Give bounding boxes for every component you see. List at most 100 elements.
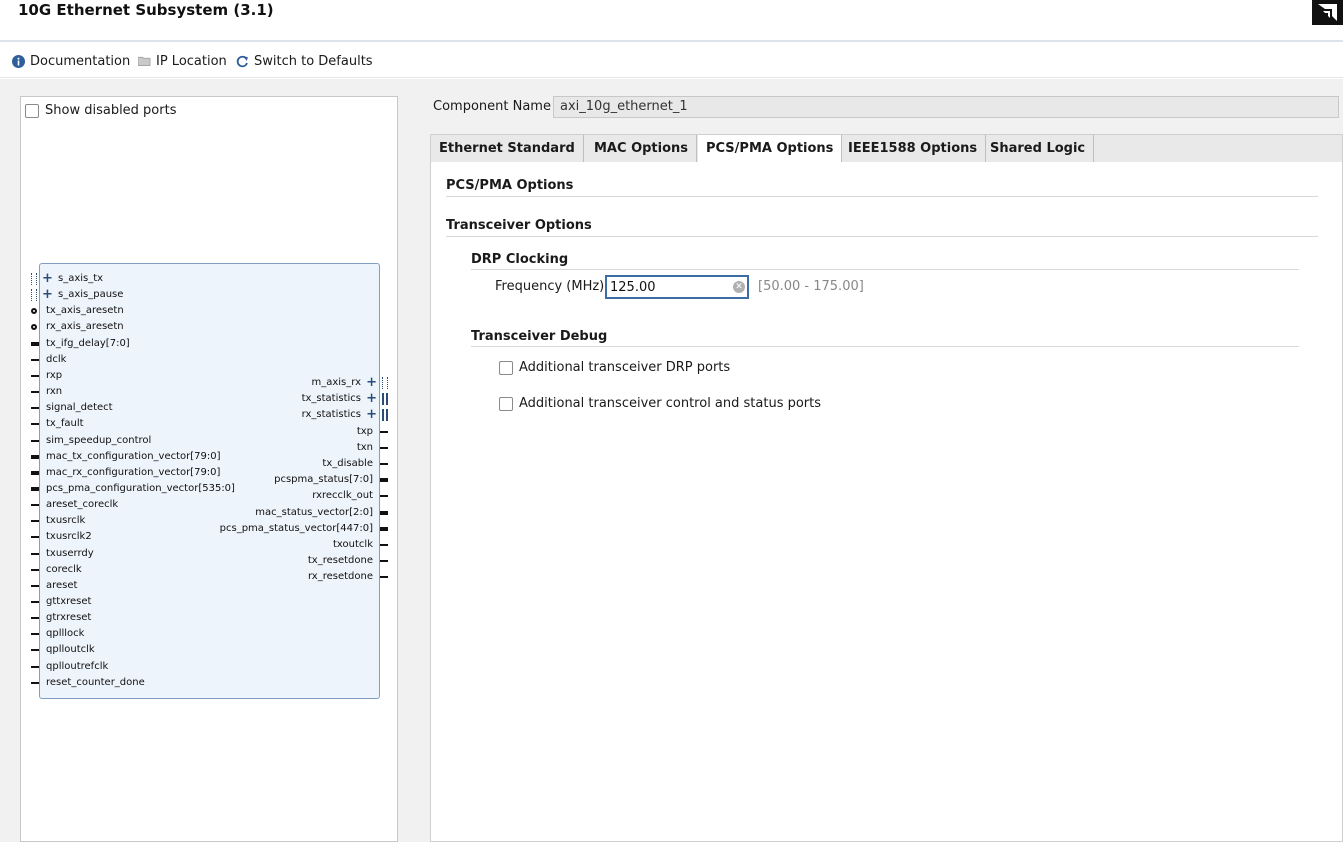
expand-icon[interactable]: + bbox=[366, 408, 377, 421]
pin[interactable] bbox=[31, 536, 39, 539]
checkbox-box[interactable] bbox=[499, 396, 513, 411]
component-name-label: Component Name bbox=[433, 99, 551, 114]
pin[interactable] bbox=[31, 358, 39, 361]
checkbox-box[interactable] bbox=[499, 360, 513, 375]
bus-pin[interactable] bbox=[380, 478, 388, 483]
port-label: coreclk bbox=[46, 563, 82, 575]
ip-symbol-panel: Show disabled ports s_axis_tx + s_axis_pau… bbox=[20, 96, 398, 842]
divider bbox=[446, 236, 1318, 237]
pin[interactable] bbox=[31, 601, 39, 603]
port-label: tx_statistics bbox=[301, 393, 361, 405]
active-low-pin-icon[interactable] bbox=[31, 324, 37, 331]
pin[interactable] bbox=[31, 439, 39, 442]
port-label: txp bbox=[356, 425, 373, 437]
pin[interactable] bbox=[380, 446, 388, 449]
window-title: 10G Ethernet Subsystem (3.1) bbox=[18, 1, 274, 19]
port-label: tx_resetdone bbox=[307, 555, 373, 567]
port-label: pcs_pma_status_vector[447:0] bbox=[219, 522, 373, 534]
active-low-pin-icon[interactable] bbox=[31, 308, 37, 315]
pin[interactable] bbox=[31, 504, 39, 507]
port-label: reset_counter_done bbox=[46, 676, 145, 688]
port-label: gtrxreset bbox=[46, 612, 92, 624]
axi-interface-icon[interactable] bbox=[31, 273, 37, 285]
port-label: txusrclk2 bbox=[46, 531, 92, 543]
switch-to-defaults-button[interactable]: Switch to Defaults bbox=[236, 52, 373, 70]
axi-interface-icon[interactable] bbox=[31, 289, 37, 302]
checkbox-box[interactable] bbox=[25, 103, 39, 118]
show-disabled-ports-label: Show disabled ports bbox=[45, 103, 177, 118]
config-panel: Component Name axi_10g_ethernet_1 Ethern… bbox=[430, 79, 1343, 842]
expand-icon[interactable]: + bbox=[366, 392, 377, 405]
ip-location-label: IP Location bbox=[156, 53, 227, 69]
frequency-label: Frequency (MHz) bbox=[495, 279, 605, 294]
port-label: rx_statistics bbox=[301, 409, 361, 421]
pin[interactable] bbox=[380, 544, 388, 546]
pin[interactable] bbox=[31, 568, 39, 571]
pin[interactable] bbox=[380, 576, 388, 579]
pin[interactable] bbox=[31, 423, 39, 426]
tab-ieee1588-options[interactable]: IEEE1588 Options bbox=[840, 135, 987, 163]
main-area: Show disabled ports s_axis_tx + s_axis_pau… bbox=[0, 79, 1343, 842]
port-label: tx_axis_aresetn bbox=[46, 305, 124, 317]
title-bar: 10G Ethernet Subsystem (3.1) bbox=[0, 0, 1343, 42]
pin[interactable] bbox=[31, 665, 39, 668]
expand-icon[interactable]: + bbox=[366, 376, 377, 389]
component-name-field[interactable]: axi_10g_ethernet_1 bbox=[553, 96, 1339, 118]
port-label: mac_tx_configuration_vector[79:0] bbox=[46, 450, 221, 462]
pin[interactable] bbox=[31, 407, 39, 410]
divider bbox=[471, 346, 1299, 347]
tab-ethernet-standard[interactable]: Ethernet Standard bbox=[431, 135, 584, 163]
bus-pin[interactable] bbox=[31, 486, 39, 491]
pin[interactable] bbox=[380, 495, 388, 498]
pin[interactable] bbox=[31, 552, 39, 555]
bus-pin[interactable] bbox=[31, 470, 39, 475]
port-label: pcs_pma_configuration_vector[535:0] bbox=[46, 482, 235, 494]
bus-interface-icon[interactable] bbox=[382, 393, 388, 406]
pin[interactable] bbox=[31, 520, 39, 523]
port-label: rxrecclk_out bbox=[312, 490, 373, 502]
bus-pin[interactable] bbox=[380, 510, 388, 515]
port-label: qplloutclk bbox=[46, 644, 95, 656]
frequency-input[interactable] bbox=[605, 275, 749, 299]
port-label: qplloutrefclk bbox=[46, 660, 109, 672]
bus-pin[interactable] bbox=[31, 454, 39, 459]
port-label: rx_axis_aresetn bbox=[46, 321, 124, 333]
pin[interactable] bbox=[380, 560, 388, 563]
port-label: rxp bbox=[46, 369, 63, 381]
pin[interactable] bbox=[380, 430, 388, 433]
pin[interactable] bbox=[31, 584, 39, 587]
pin[interactable] bbox=[380, 463, 388, 465]
port-label: gttxreset bbox=[46, 596, 92, 607]
frequency-range: [50.00 - 175.00] bbox=[758, 279, 864, 294]
ip-block[interactable]: s_axis_tx + s_axis_pause + tx_axis_aresetn rx… bbox=[31, 263, 388, 699]
pin[interactable] bbox=[31, 617, 39, 620]
ip-location-button[interactable]: IP Location bbox=[138, 52, 227, 70]
documentation-button[interactable]: Documentation bbox=[12, 52, 130, 70]
pin[interactable] bbox=[31, 649, 39, 652]
clear-icon[interactable]: ✕ bbox=[733, 281, 745, 293]
tab-shared-logic[interactable]: Shared Logic bbox=[982, 135, 1095, 163]
pin[interactable] bbox=[31, 681, 39, 684]
expand-icon[interactable]: + bbox=[42, 288, 53, 301]
drp-clocking-heading: DRP Clocking bbox=[471, 252, 569, 267]
tab-mac-options[interactable]: MAC Options bbox=[586, 135, 698, 163]
drp-ports-checkbox[interactable]: Additional transceiver DRP ports bbox=[499, 360, 730, 375]
pin[interactable] bbox=[31, 391, 39, 394]
transceiver-debug-heading: Transceiver Debug bbox=[471, 329, 608, 344]
port-label: txoutclk bbox=[333, 539, 373, 550]
pin[interactable] bbox=[31, 633, 39, 636]
port-label: signal_detect bbox=[46, 402, 113, 414]
bus-pin[interactable] bbox=[31, 341, 39, 346]
tab-pcs-pma-options[interactable]: PCS/PMA Options bbox=[698, 135, 843, 164]
refresh-icon bbox=[236, 55, 249, 68]
axi-interface-icon[interactable] bbox=[382, 377, 388, 389]
expand-icon[interactable]: + bbox=[42, 272, 53, 285]
divider bbox=[446, 196, 1318, 197]
documentation-label: Documentation bbox=[30, 53, 131, 69]
show-disabled-ports-checkbox[interactable]: Show disabled ports bbox=[25, 103, 176, 118]
control-status-ports-checkbox[interactable]: Additional transceiver control and statu… bbox=[499, 396, 821, 411]
bus-pin[interactable] bbox=[380, 526, 388, 531]
pin[interactable] bbox=[31, 374, 39, 377]
port-label: rx_resetdone bbox=[307, 571, 373, 583]
bus-interface-icon[interactable] bbox=[382, 409, 388, 422]
